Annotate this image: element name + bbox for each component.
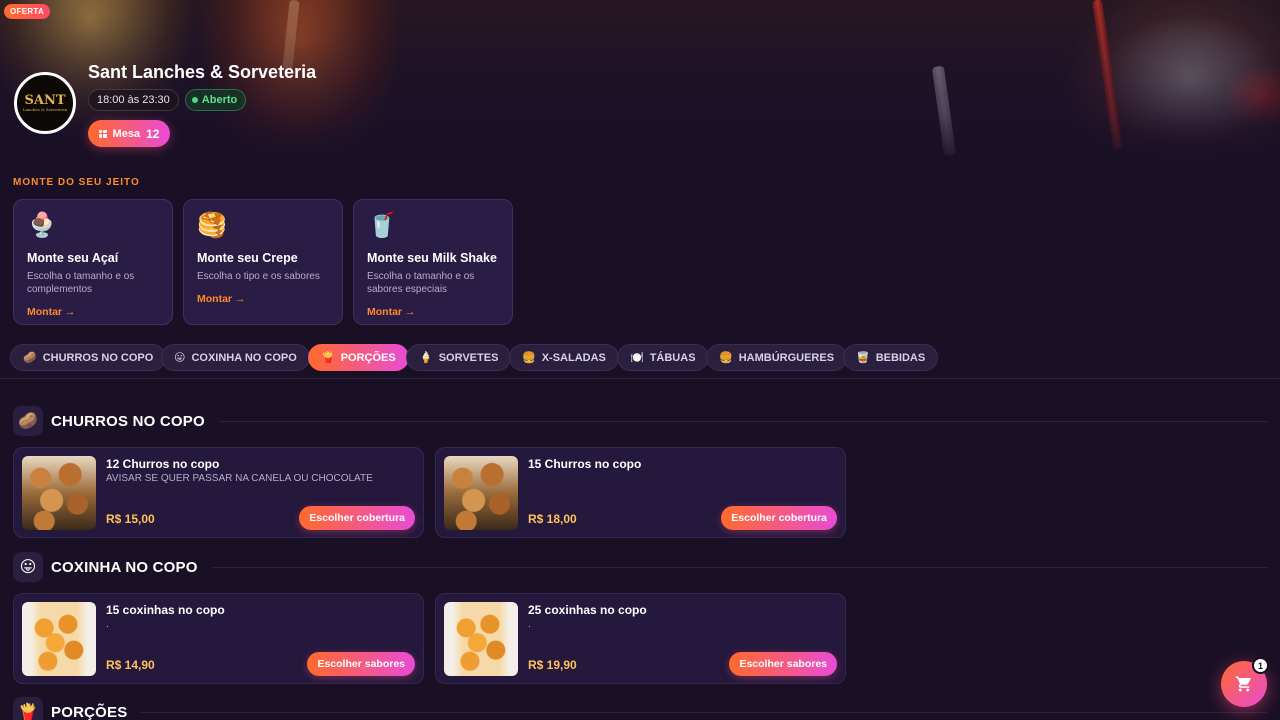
section-title: COXINHA NO COPO	[51, 558, 198, 576]
fries-icon: 🍟	[13, 697, 43, 720]
tab-porcoes[interactable]: 🍟 PORÇÕES	[308, 344, 409, 371]
product-card[interactable]: 25 coxinhas no copo . R$ 19,90 Escolher …	[435, 593, 846, 684]
category-tabs: 🥔 CHURROS NO COPO 😛 COXINHA NO COPO 🍟 PO…	[0, 341, 1280, 379]
tab-hamburgueres[interactable]: 🍔 HAMBÚRGUERES	[706, 344, 848, 371]
product-price: R$ 19,90	[528, 658, 577, 672]
burger-icon: 🍔	[522, 352, 536, 364]
product-desc: .	[528, 619, 531, 630]
build-card-link[interactable]: Montar →	[367, 306, 499, 318]
tab-coxinha-no-copo[interactable]: 😛 COXINHA NO COPO	[161, 344, 310, 371]
store-logo: SANT Lanches & Sorveteria	[14, 72, 76, 134]
product-name: 15 coxinhas no copo	[106, 603, 225, 617]
crepe-icon: 🥞	[197, 212, 227, 239]
product-name: 25 coxinhas no copo	[528, 603, 647, 617]
section-divider	[218, 420, 1267, 422]
product-image	[444, 602, 518, 676]
tab-label: BEBIDAS	[875, 351, 926, 364]
build-section-label: MONTE DO SEU JEITO	[13, 177, 140, 188]
store-name: Sant Lanches & Sorveteria	[88, 62, 317, 82]
tab-churros-no-copo[interactable]: 🥔 CHURROS NO COPO	[10, 344, 167, 371]
tongue-face-icon: 😛	[13, 552, 43, 582]
product-price: R$ 15,00	[106, 512, 155, 526]
build-card-crepe[interactable]: 🥞 Monte seu Crepe Escolha o tipo e os sa…	[183, 199, 343, 325]
section-divider	[211, 566, 1267, 568]
tongue-face-icon: 😛	[174, 352, 186, 364]
build-card-link[interactable]: Montar →	[27, 306, 159, 318]
opening-hours: 18:00 às 23:30	[88, 89, 179, 111]
store-header: SANT Lanches & Sorveteria Sant Lanches &…	[14, 62, 316, 147]
section-title: PORÇÕES	[51, 703, 128, 720]
product-name: 12 Churros no copo	[106, 457, 220, 471]
drink-icon: 🥃	[856, 352, 870, 364]
build-card-desc: Escolha o tamanho e os complementos	[27, 271, 135, 295]
tab-label: SORVETES	[438, 351, 499, 364]
cart-count-badge: 1	[1252, 657, 1269, 674]
tab-label: COXINHA NO COPO	[191, 351, 297, 364]
ice-cream-icon: 🍦	[419, 352, 433, 364]
choose-flavors-button[interactable]: Escolher sabores	[307, 652, 415, 676]
product-desc: .	[106, 619, 109, 630]
tab-label: X-SALADAS	[541, 351, 606, 364]
build-card-title: Monte seu Milk Shake	[367, 251, 497, 265]
product-card[interactable]: 12 Churros no copo AVISAR SE QUER PASSAR…	[13, 447, 424, 538]
build-card-link[interactable]: Montar →	[197, 293, 329, 305]
tab-sorvetes[interactable]: 🍦 SORVETES	[406, 344, 512, 371]
tab-label: PORÇÕES	[340, 351, 396, 364]
section-header-coxinha: 😛 COXINHA NO COPO	[13, 552, 1267, 582]
section-title: CHURROS NO COPO	[51, 412, 205, 430]
product-image	[22, 602, 96, 676]
table-number: 12	[146, 126, 160, 141]
choose-topping-button[interactable]: Escolher cobertura	[721, 506, 837, 530]
potato-icon: 🥔	[13, 406, 43, 436]
tab-x-saladas[interactable]: 🍔 X-SALADAS	[509, 344, 619, 371]
fries-icon: 🍟	[321, 352, 335, 364]
product-image	[22, 456, 96, 530]
product-price: R$ 18,00	[528, 512, 577, 526]
product-image	[444, 456, 518, 530]
section-divider	[141, 711, 1267, 713]
milkshake-icon: 🥤	[367, 212, 397, 239]
cart-icon	[1235, 676, 1251, 692]
build-card-milkshake[interactable]: 🥤 Monte seu Milk Shake Escolha o tamanho…	[353, 199, 513, 325]
product-desc: AVISAR SE QUER PASSAR NA CANELA OU CHOCO…	[106, 473, 373, 484]
offer-badge: OFERTA	[4, 4, 51, 19]
status-badge: Aberto	[184, 89, 247, 111]
tab-label: TÁBUAS	[649, 351, 696, 364]
build-card-desc: Escolha o tamanho e os sabores especiais	[367, 271, 475, 295]
grid-icon	[98, 129, 107, 138]
choose-flavors-button[interactable]: Escolher sabores	[729, 652, 837, 676]
product-price: R$ 14,90	[106, 658, 155, 672]
section-header-churros: 🥔 CHURROS NO COPO	[13, 406, 1267, 436]
acai-icon: 🍨	[27, 212, 57, 239]
table-button[interactable]: Mesa 12	[88, 120, 170, 147]
status-text: Aberto	[201, 94, 238, 106]
table-label: Mesa	[112, 127, 141, 140]
section-header-porcoes: 🍟 PORÇÕES	[13, 697, 1267, 720]
tab-label: CHURROS NO COPO	[42, 351, 154, 364]
status-dot-icon	[191, 97, 198, 103]
potato-icon: 🥔	[23, 352, 37, 364]
choose-topping-button[interactable]: Escolher cobertura	[299, 506, 415, 530]
product-card[interactable]: 15 coxinhas no copo . R$ 14,90 Escolher …	[13, 593, 424, 684]
tab-bebidas[interactable]: 🥃 BEBIDAS	[843, 344, 939, 371]
product-card[interactable]: 15 Churros no copo R$ 18,00 Escolher cob…	[435, 447, 846, 538]
build-card-acai[interactable]: 🍨 Monte seu Açaí Escolha o tamanho e os …	[13, 199, 173, 325]
plate-icon: 🍽️	[630, 352, 644, 364]
tab-tabuas[interactable]: 🍽️ TÁBUAS	[617, 344, 709, 371]
product-name: 15 Churros no copo	[528, 457, 642, 471]
build-card-desc: Escolha o tipo e os sabores	[197, 271, 320, 282]
logo-text: SANT	[24, 93, 66, 108]
logo-subtext: Lanches & Sorveteria	[22, 107, 68, 112]
build-card-title: Monte seu Crepe	[197, 251, 298, 265]
tab-label: HAMBÚRGUERES	[738, 351, 835, 364]
build-card-title: Monte seu Açaí	[27, 251, 119, 265]
burger-icon: 🍔	[719, 352, 733, 364]
